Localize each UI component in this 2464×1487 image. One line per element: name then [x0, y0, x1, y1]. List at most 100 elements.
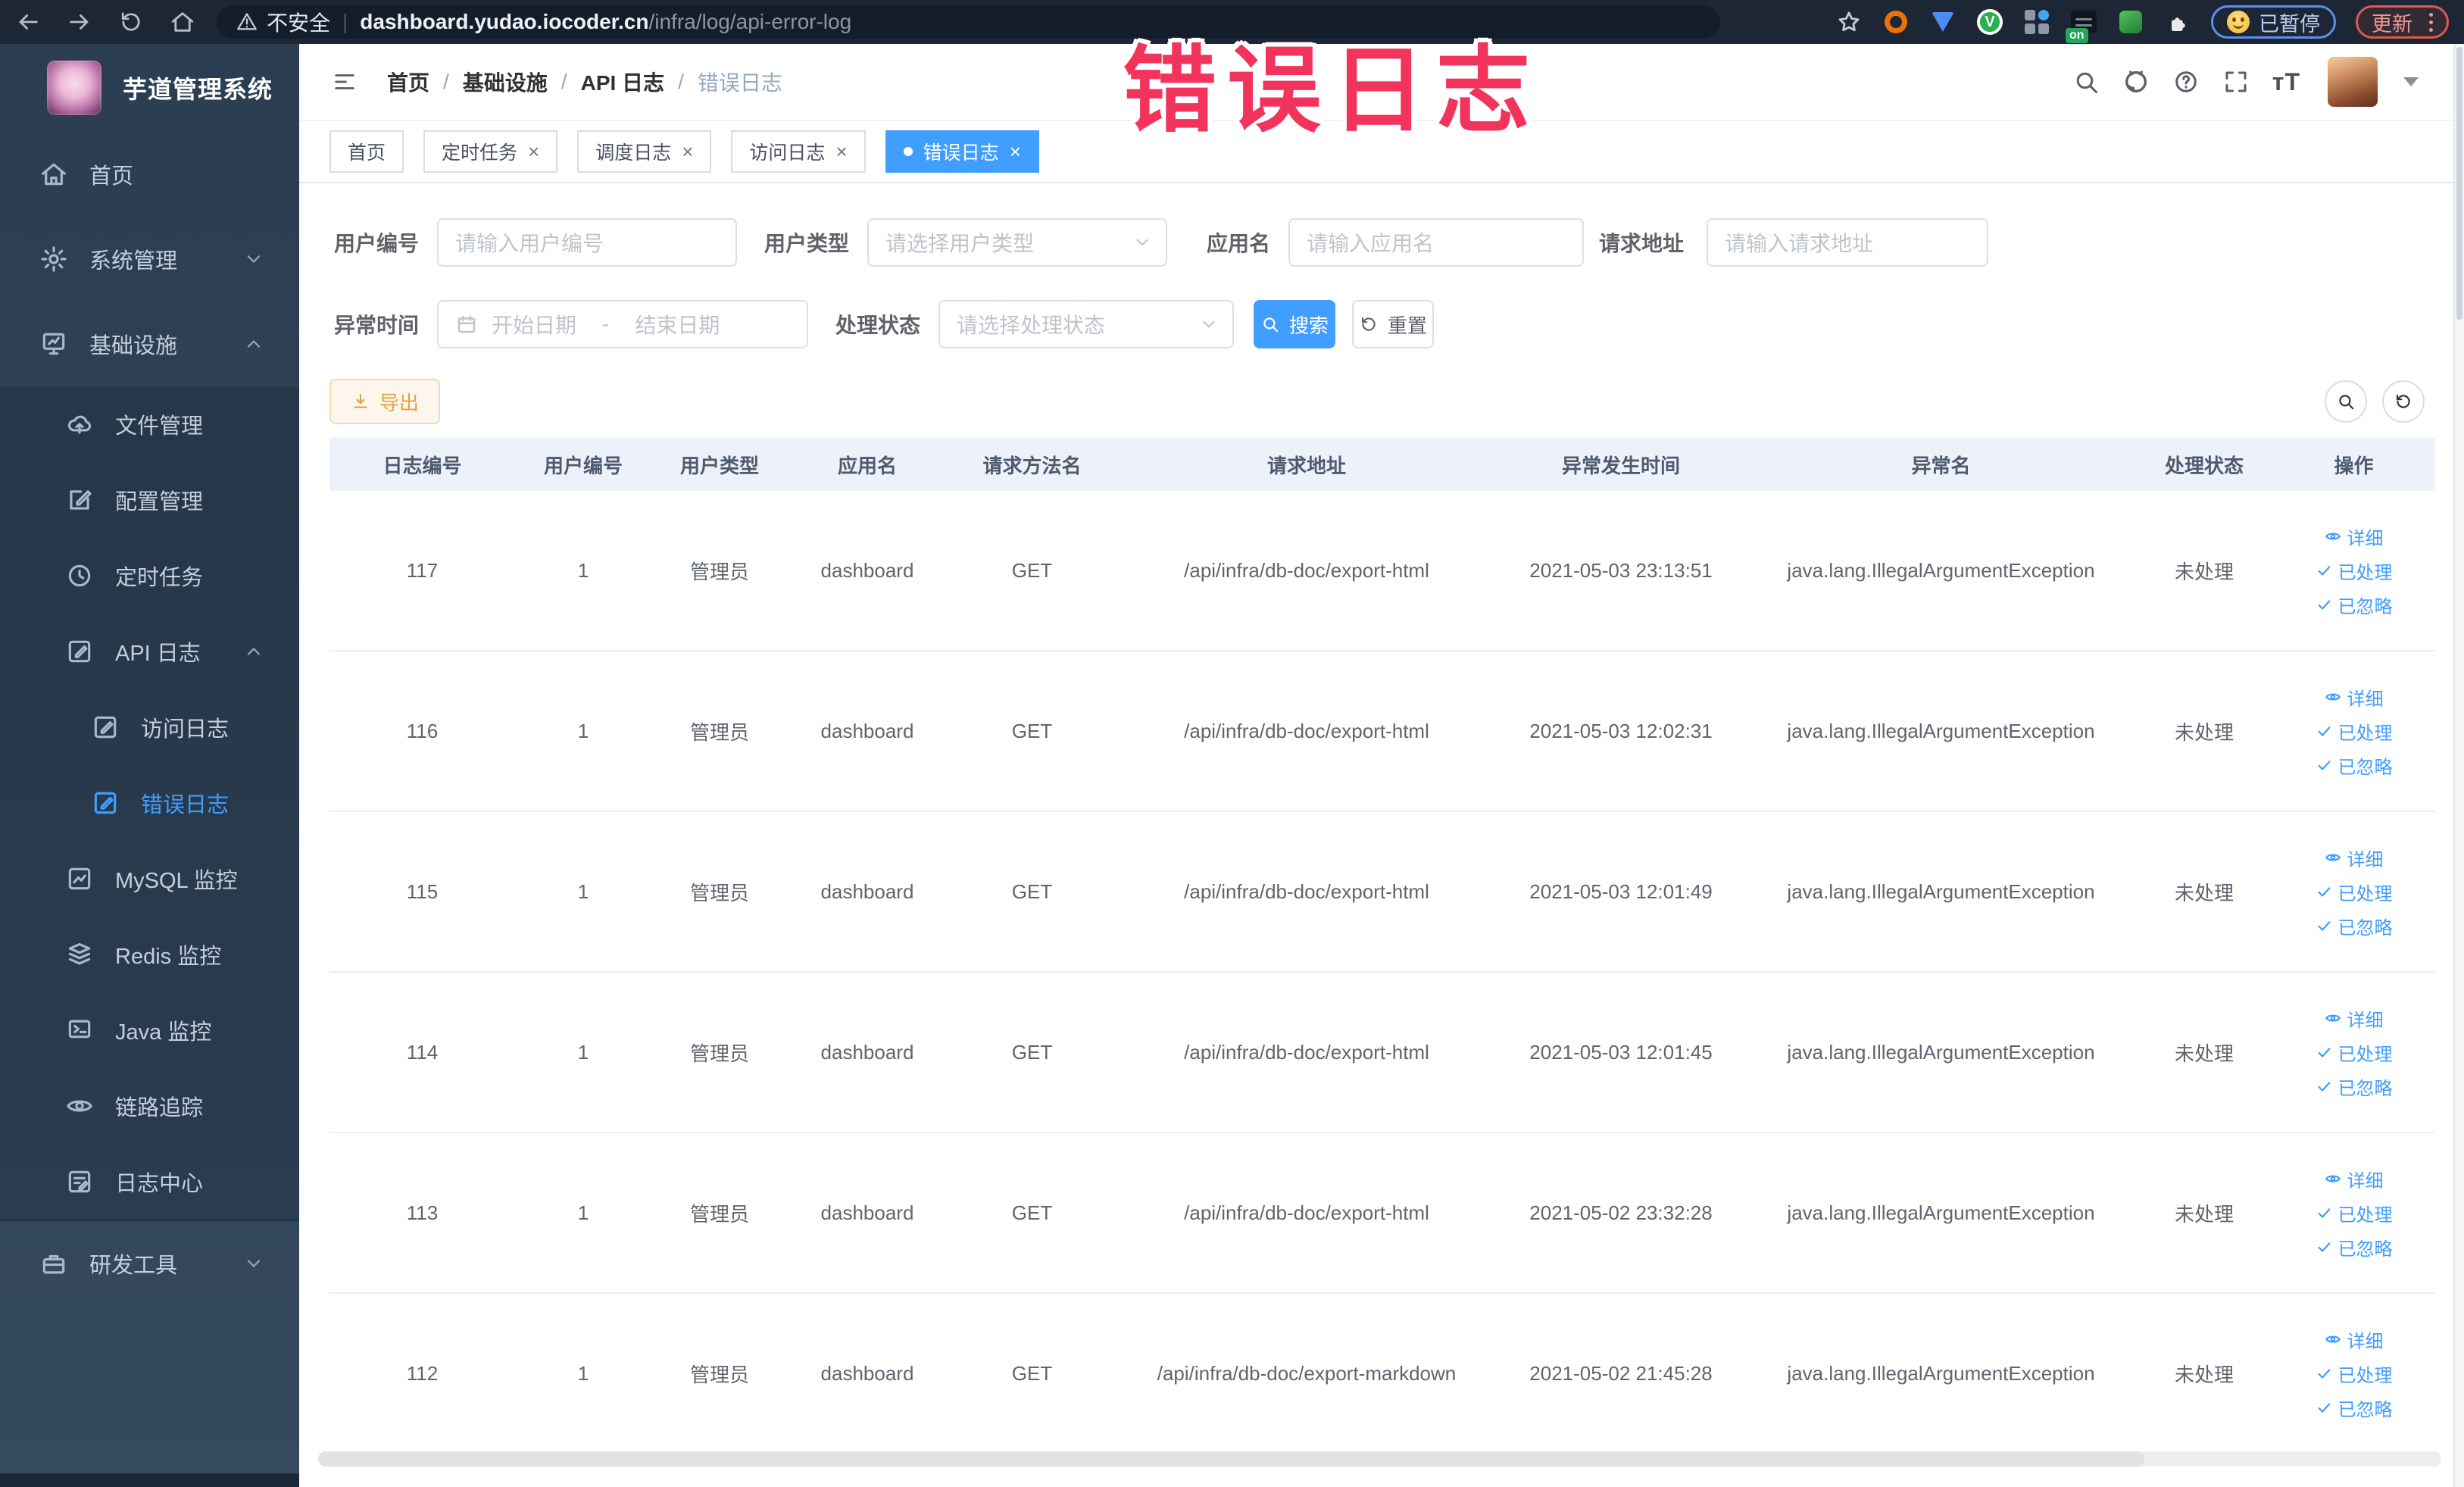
sidebar-scrollbar[interactable] — [0, 1473, 299, 1487]
sidebar-item-label: 访问日志 — [141, 717, 230, 742]
extension-orange-ring-icon[interactable] — [1882, 8, 1910, 36]
action-ignored[interactable]: 已忽略 — [2316, 1073, 2393, 1100]
breadcrumb-home[interactable]: 首页 — [387, 67, 429, 97]
action-ignored[interactable]: 已忽略 — [2316, 752, 2393, 779]
sidebar-item-config-management[interactable]: 配置管理 — [0, 462, 299, 538]
bookmark-star-icon[interactable] — [1836, 9, 1862, 35]
github-icon[interactable] — [2122, 68, 2150, 95]
table-row: 117 1 管理员 dashboard GET/api/infra/db-doc/exp… — [329, 491, 2435, 651]
action-ignored[interactable]: 已忽略 — [2316, 913, 2393, 939]
chevron-down-icon — [247, 1260, 261, 1267]
hamburger-icon[interactable] — [329, 69, 360, 95]
browser-update-button[interactable]: 更新 — [2356, 5, 2449, 39]
avatar[interactable] — [2328, 57, 2378, 107]
font-size-icon[interactable]: тT — [2272, 68, 2300, 96]
forward-icon[interactable] — [67, 9, 92, 35]
action-ignored[interactable]: 已忽略 — [2316, 1234, 2393, 1261]
action-detail[interactable]: 详细 — [2325, 1326, 2384, 1353]
action-ignored[interactable]: 已忽略 — [2316, 1395, 2393, 1421]
export-button[interactable]: 导出 — [329, 379, 440, 424]
security-label[interactable]: 不安全 — [267, 7, 330, 37]
sidebar-item-home[interactable]: 首页 — [0, 132, 299, 217]
sidebar-item-error-log[interactable]: 错误日志 — [0, 765, 299, 841]
vertical-scrollbar[interactable] — [2453, 44, 2464, 1487]
action-ignored[interactable]: 已忽略 — [2316, 592, 2393, 618]
app-name-input[interactable]: 请输入应用名 — [1288, 218, 1584, 267]
close-icon[interactable]: × — [835, 142, 847, 161]
sidebar-item-file-management[interactable]: 文件管理 — [0, 386, 299, 462]
request-url-input[interactable]: 请输入请求地址 — [1707, 218, 1988, 267]
browser-menu-icon[interactable] — [2429, 12, 2433, 32]
extension-blue-shield-icon[interactable] — [1929, 8, 1957, 36]
fullscreen-icon[interactable] — [2222, 68, 2250, 95]
user-id-input[interactable]: 请输入用户编号 — [437, 218, 737, 267]
cell: dashboard — [820, 1361, 914, 1385]
tab-scheduled-tasks[interactable]: 定时任务 × — [423, 130, 558, 173]
sidebar-item-system[interactable]: 系统管理 — [0, 217, 299, 301]
caret-down-icon[interactable] — [2403, 77, 2419, 86]
extension-green-v-icon[interactable]: V — [1976, 8, 2003, 36]
mysql-icon — [68, 867, 91, 890]
cell: GET — [1011, 1201, 1053, 1224]
search-icon[interactable] — [2072, 68, 2100, 95]
scrollbar-thumb[interactable] — [2456, 47, 2462, 320]
sidebar-item-scheduled-tasks[interactable]: 定时任务 — [0, 538, 299, 614]
close-icon[interactable]: × — [682, 142, 693, 161]
help-icon[interactable] — [2172, 68, 2200, 95]
action-processed[interactable]: 已处理 — [2316, 1360, 2393, 1387]
extension-grid-icon[interactable] — [2023, 8, 2050, 36]
cell: java.lang.IllegalArgumentException — [1787, 1361, 2095, 1385]
sidebar-item-devtools[interactable]: 研发工具 — [0, 1221, 299, 1306]
action-detail[interactable]: 详细 — [2325, 684, 2384, 711]
tab-home[interactable]: 首页 — [329, 130, 404, 173]
action-processed[interactable]: 已处理 — [2316, 879, 2393, 905]
action-detail[interactable]: 详细 — [2325, 1005, 2384, 1032]
breadcrumb-infrastructure[interactable]: 基础设施 — [463, 67, 548, 97]
back-icon[interactable] — [15, 9, 41, 35]
extension-dark-icon[interactable]: on — [2066, 8, 2097, 43]
app-logo[interactable]: 芋道管理系统 — [0, 44, 299, 132]
close-icon[interactable]: × — [528, 142, 539, 161]
action-detail[interactable]: 详细 — [2325, 1166, 2384, 1192]
extension-plant-icon[interactable] — [2117, 8, 2144, 36]
sidebar-item-log-center[interactable]: 日志中心 — [0, 1144, 299, 1220]
tab-schedule-log[interactable]: 调度日志 × — [577, 130, 712, 173]
user-type-label: 用户类型 — [764, 232, 849, 255]
action-detail[interactable]: 详细 — [2325, 845, 2384, 871]
search-button[interactable]: 搜索 — [1254, 300, 1335, 348]
sidebar-item-java-monitor[interactable]: Java 监控 — [0, 992, 299, 1068]
toggle-search-button[interactable] — [2325, 380, 2367, 423]
exception-time-range-picker[interactable]: 开始日期 - 结束日期 — [437, 300, 808, 348]
horizontal-scrollbar[interactable] — [318, 1451, 2441, 1467]
cell: java.lang.IllegalArgumentException — [1787, 719, 2095, 742]
paused-extension-pill[interactable]: 已暂停 — [2211, 5, 2336, 39]
sidebar-item-api-log[interactable]: API 日志 — [0, 614, 299, 689]
sidebar-item-trace[interactable]: 链路追踪 — [0, 1068, 299, 1144]
app-name-label: 应用名 — [1206, 232, 1270, 255]
process-status-select[interactable]: 请选择处理状态 — [938, 300, 1234, 348]
close-icon[interactable]: × — [1010, 142, 1021, 161]
timer-icon — [68, 564, 91, 587]
reload-icon[interactable] — [118, 9, 144, 35]
eye-icon — [2325, 854, 2341, 861]
action-detail[interactable]: 详细 — [2325, 523, 2384, 550]
home-icon[interactable] — [170, 9, 195, 35]
extensions-puzzle-icon[interactable] — [2166, 10, 2190, 34]
cell: /api/infra/db-doc/export-html — [1184, 879, 1429, 903]
reset-button[interactable]: 重置 — [1352, 300, 1434, 348]
table-row: 113 1 管理员 dashboard GET/api/infra/db-doc/exp… — [329, 1133, 2435, 1294]
action-processed[interactable]: 已处理 — [2316, 1200, 2393, 1226]
refresh-table-button[interactable] — [2382, 380, 2425, 423]
sidebar-item-access-log[interactable]: 访问日志 — [0, 689, 299, 765]
sidebar-item-label: 日志中心 — [115, 1172, 204, 1196]
user-type-select[interactable]: 请选择用户类型 — [867, 218, 1167, 267]
sidebar-item-infrastructure[interactable]: 基础设施 — [0, 301, 299, 386]
action-processed[interactable]: 已处理 — [2316, 1039, 2393, 1066]
sidebar-item-mysql-monitor[interactable]: MySQL 监控 — [0, 841, 299, 917]
sidebar-item-redis-monitor[interactable]: Redis 监控 — [0, 917, 299, 992]
breadcrumb-api-log[interactable]: API 日志 — [581, 67, 664, 97]
tab-access-log[interactable]: 访问日志 × — [731, 130, 866, 173]
action-processed[interactable]: 已处理 — [2316, 558, 2393, 584]
tab-error-log[interactable]: 错误日志 × — [885, 130, 1039, 173]
action-processed[interactable]: 已处理 — [2316, 718, 2393, 745]
